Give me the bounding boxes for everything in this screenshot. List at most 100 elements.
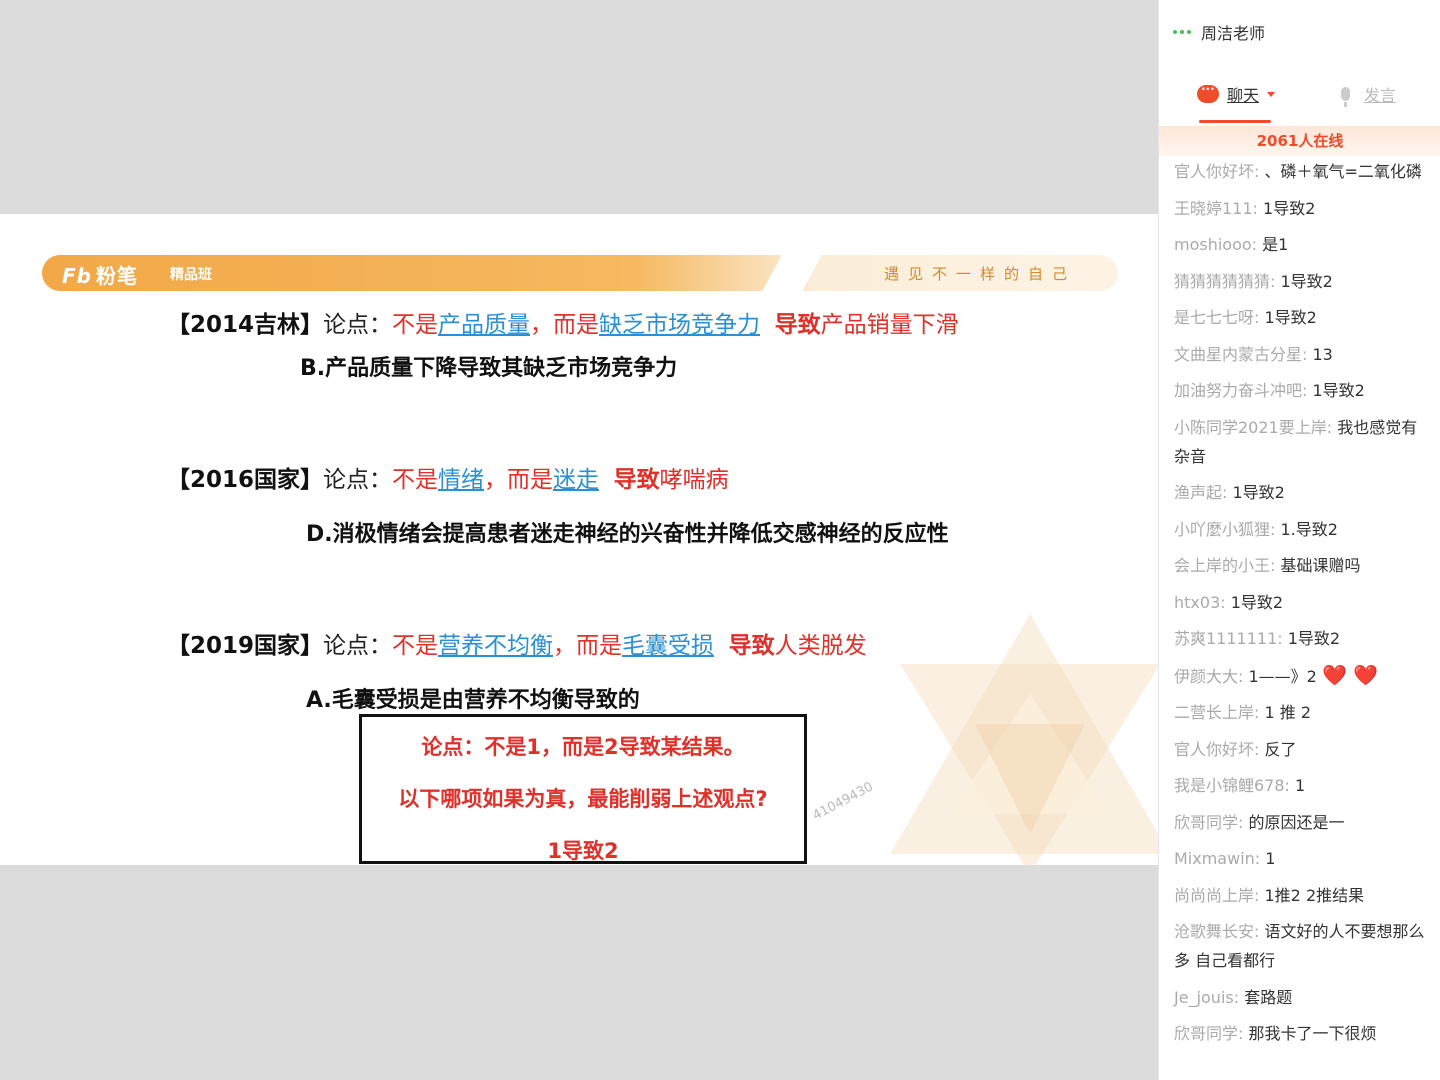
message-user: 官人你好坏:: [1174, 739, 1260, 759]
message-text: 那我卡了一下很烦: [1243, 1024, 1377, 1043]
tab-speak-label: 发言: [1364, 86, 1397, 105]
note-line-2: 以下哪项如果为真，最能削弱上述观点?: [398, 787, 768, 811]
fenbi-logo: Fb 粉笔: [62, 264, 138, 288]
chat-message: moshiooo: 是1: [1174, 230, 1432, 259]
decorative-logo-graphic: [890, 614, 1158, 865]
message-user: 小吖麼小狐狸:: [1174, 519, 1276, 539]
option-2016: D.消极情绪会提高患者迷走神经的兴奋性并降低交感神经的反应性: [306, 522, 949, 547]
summary-note-box: 论点：不是1，而是2导致某结果。 以下哪项如果为真，最能削弱上述观点? 1导致2: [359, 714, 807, 864]
heart-emoji-icon: ❤️ ❤️: [1321, 662, 1379, 687]
chat-message: 二营长上岸: 1 推 2: [1174, 698, 1432, 727]
message-user: 会上岸的小王:: [1174, 556, 1276, 575]
chat-message: Mixmawin: 1: [1174, 844, 1432, 873]
teacher-header: 周洁老师: [1173, 20, 1265, 44]
message-text: 1导致2: [1307, 381, 1365, 400]
message-text: 套路题: [1239, 987, 1293, 1007]
active-tab-indicator: [1199, 120, 1271, 123]
argument-line-2016: 【2016国家】论点：不是情绪，而是迷走 导致哮喘病: [167, 467, 729, 493]
chat-message: 是七七七呀: 1导致2: [1174, 303, 1432, 332]
message-text: 1导致2: [1257, 198, 1316, 218]
message-text: 基础课赠吗: [1275, 556, 1361, 575]
chat-message: 尚尚尚上岸: 1推2 2推结果: [1174, 881, 1432, 910]
message-user: 小陈同学2021要上岸:: [1174, 417, 1333, 437]
message-user: 伊颜大大:: [1174, 666, 1244, 686]
microphone-icon: [1341, 87, 1350, 107]
message-text: 1推2 2推结果: [1259, 885, 1365, 905]
argument-line-2014: 【2014吉林】论点：不是产品质量，而是缺乏市场竞争力 导致产品销量下滑: [167, 312, 959, 338]
message-text: 1导致2: [1259, 308, 1317, 327]
teacher-name: 周洁老师: [1201, 24, 1266, 43]
chat-bubble-icon: [1197, 82, 1219, 103]
message-user: 是七七七呀:: [1174, 308, 1260, 327]
chat-message: 官人你好坏: 反了: [1174, 735, 1432, 764]
chat-message: 欣哥同学: 的原因还是一: [1174, 808, 1432, 837]
chat-message: 官人你好坏: 、磷＋氧气=二氧化磷: [1174, 157, 1432, 186]
online-count: 2061人在线: [1159, 126, 1440, 156]
chat-message: Je_jouis: 套路题: [1174, 983, 1432, 1012]
message-text: 1 推 2: [1259, 703, 1312, 722]
message-text: 1——》2: [1243, 666, 1322, 686]
chat-message: 文曲星内蒙古分星: 13: [1174, 340, 1432, 369]
chat-message: 小吖麼小狐狸: 1.导致2: [1174, 515, 1432, 544]
option-2014: B.产品质量下降导致其缺乏市场竞争力: [300, 356, 678, 381]
class-tag: 精品班: [170, 267, 212, 283]
slide-banner: Fb 粉笔 精品班 遇见不一样的自己: [42, 255, 1118, 291]
user-watermark: 41049430: [810, 779, 876, 824]
chat-message: 伊颜大大: 1——》2 ❤️ ❤️: [1174, 661, 1432, 691]
tab-chat-label: 聊天: [1227, 86, 1260, 105]
message-text: 1导致2: [1225, 592, 1284, 612]
message-text: 1.导致2: [1275, 519, 1338, 539]
note-line-3: 1导致2: [547, 839, 619, 863]
chat-message: 小陈同学2021要上岸: 我也感觉有杂音: [1174, 413, 1432, 471]
message-user: htx03:: [1174, 592, 1226, 612]
message-user: 官人你好坏:: [1174, 162, 1260, 181]
note-line-1: 论点：不是1，而是2导致某结果。: [421, 735, 745, 759]
signal-icon: [1173, 30, 1191, 34]
message-user: moshiooo:: [1174, 235, 1258, 254]
message-user: 猜猜猜猜猜猜:: [1174, 271, 1276, 291]
message-user: 欣哥同学:: [1174, 812, 1244, 832]
chat-message: 加油努力奋斗冲吧: 1导致2: [1174, 376, 1432, 405]
message-text: 1导致2: [1282, 629, 1341, 648]
chat-message: 猜猜猜猜猜猜: 1导致2: [1174, 267, 1432, 296]
message-text: 、磷＋氧气=二氧化磷: [1259, 162, 1422, 181]
message-user: 沧歌舞长安:: [1174, 922, 1260, 941]
message-user: Je_jouis:: [1174, 987, 1240, 1007]
option-2019: A.毛囊受损是由营养不均衡导致的: [306, 688, 640, 713]
chevron-down-icon: [1267, 91, 1276, 97]
chat-message: 沧歌舞长安: 语文好的人不要想那么多 自己看都行: [1174, 917, 1432, 975]
argument-line-2019: 【2019国家】论点：不是营养不均衡，而是毛囊受损 导致人类脱发: [167, 633, 867, 659]
message-user: 文曲星内蒙古分星:: [1174, 344, 1308, 364]
message-text: 的原因还是一: [1243, 812, 1345, 832]
message-text: 1导致2: [1275, 271, 1333, 291]
message-user: 渔声起:: [1174, 483, 1228, 502]
chat-message: htx03: 1导致2: [1174, 588, 1432, 617]
chat-message: 会上岸的小王: 基础课赠吗: [1174, 551, 1432, 580]
message-text: 是1: [1257, 235, 1289, 254]
message-text: 1: [1289, 776, 1306, 795]
message-text: 反了: [1259, 739, 1297, 759]
message-text: 1: [1260, 849, 1276, 868]
message-user: 加油努力奋斗冲吧:: [1174, 381, 1308, 400]
message-text: 13: [1307, 344, 1333, 364]
presentation-slide: Fb 粉笔 精品班 遇见不一样的自己 【2014吉林】论点：不是产品质量，而是缺乏…: [0, 214, 1158, 865]
message-user: 苏爽1111111:: [1174, 629, 1283, 648]
chat-message: 王晓婷111: 1导致2: [1174, 194, 1432, 223]
banner-divider: [762, 255, 822, 291]
message-text: 1导致2: [1227, 483, 1285, 502]
message-user: 尚尚尚上岸:: [1174, 885, 1260, 905]
tab-chat[interactable]: 聊天: [1197, 82, 1276, 106]
chat-panel: 周洁老师 聊天 发言 2061人在线 官人你好坏: 、磷＋氧气=二氧化磷 王晓婷…: [1158, 0, 1440, 1080]
banner-motto: 遇见不一样的自己: [884, 265, 1077, 283]
chat-message-list[interactable]: 官人你好坏: 、磷＋氧气=二氧化磷 王晓婷111: 1导致2 moshiooo:…: [1174, 157, 1432, 1056]
chat-message: 我是小锦鲤678: 1: [1174, 771, 1432, 800]
chat-message: 苏爽1111111: 1导致2: [1174, 624, 1432, 653]
chat-message: 欣哥同学: 那我卡了一下很烦: [1174, 1019, 1432, 1048]
tab-speak[interactable]: 发言: [1341, 82, 1397, 107]
message-user: 我是小锦鲤678:: [1174, 776, 1290, 795]
message-user: Mixmawin:: [1174, 849, 1261, 868]
message-user: 王晓婷111:: [1174, 198, 1258, 218]
message-user: 欣哥同学:: [1174, 1024, 1244, 1043]
chat-message: 渔声起: 1导致2: [1174, 478, 1432, 507]
message-user: 二营长上岸:: [1174, 703, 1260, 722]
